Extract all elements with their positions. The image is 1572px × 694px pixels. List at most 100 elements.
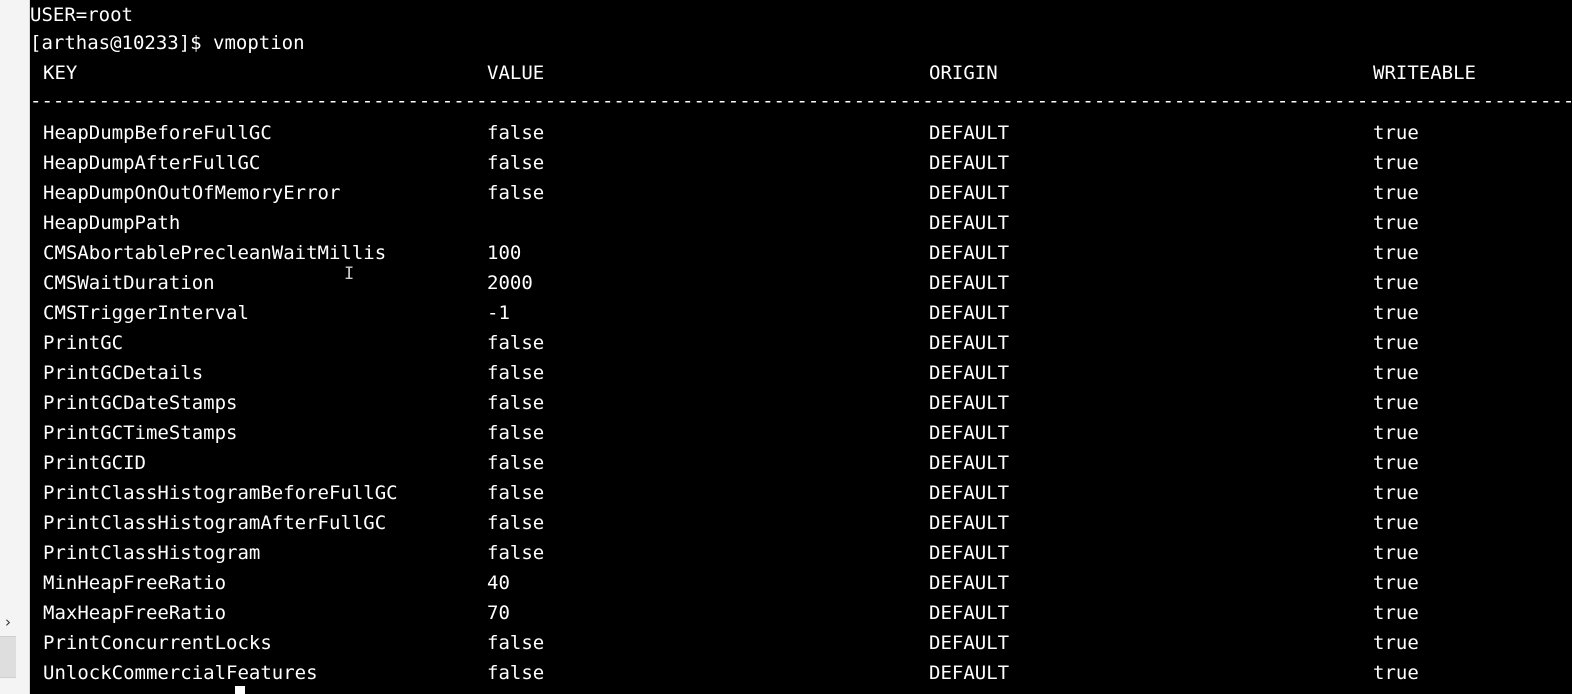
option-key: PrintGCID [43,452,146,474]
option-value: 40 [487,572,510,594]
option-key: PrintGC [43,332,124,354]
option-value: 70 [487,602,510,624]
option-origin: DEFAULT [929,572,1010,594]
option-writeable: true [1373,212,1419,234]
option-key: HeapDumpOnOutOfMemoryError [43,182,341,204]
option-key: MaxHeapFreeRatio [43,602,227,624]
option-value: false [487,662,545,684]
table-row: MaxHeapFreeRatio 70 DEFAULT true [30,598,1572,628]
value-column-header: VALUE [487,62,545,84]
table-row: MinHeapFreeRatio 40 DEFAULT true [30,568,1572,598]
option-key: CMSAbortablePrecleanWaitMillis [43,242,387,264]
vmoption-table-header: KEY VALUE ORIGIN WRITEABLE [30,58,1572,88]
option-writeable: true [1373,272,1419,294]
table-separator: ----------------------------------------… [30,90,1572,112]
origin-column-header: ORIGIN [929,62,998,84]
table-row: CMSTriggerInterval -1 DEFAULT true [30,298,1572,328]
option-value: false [487,632,545,654]
option-value: false [487,452,545,474]
option-key: HeapDumpAfterFullGC [43,152,261,174]
option-writeable: true [1373,632,1419,654]
option-key: PrintGCDateStamps [43,392,238,414]
key-column-header: KEY [43,62,78,84]
command-prompt-line: [arthas@10233]$ vmoption [30,32,305,54]
option-key: PrintGCTimeStamps [43,422,238,444]
option-value: false [487,332,545,354]
table-row: CMSAbortablePrecleanWaitMillis 100 DEFAU… [30,238,1572,268]
option-value: false [487,362,545,384]
option-key: PrintClassHistogramBeforeFullGC [43,482,398,504]
option-origin: DEFAULT [929,182,1010,204]
option-value: false [487,482,545,504]
option-origin: DEFAULT [929,152,1010,174]
option-origin: DEFAULT [929,602,1010,624]
option-writeable: true [1373,482,1419,504]
table-row: PrintConcurrentLocks false DEFAULT true [30,628,1572,658]
option-origin: DEFAULT [929,242,1010,264]
table-row: CMSWaitDuration 2000 DEFAULT true [30,268,1572,298]
option-value: false [487,392,545,414]
option-origin: DEFAULT [929,392,1010,414]
table-row: PrintClassHistogram false DEFAULT true [30,538,1572,568]
side-panel-tab[interactable] [0,636,16,678]
option-writeable: true [1373,602,1419,624]
option-origin: DEFAULT [929,632,1010,654]
chevron-right-icon[interactable]: › [2,612,14,632]
option-writeable: true [1373,572,1419,594]
option-writeable: true [1373,122,1419,144]
option-writeable: true [1373,422,1419,444]
option-value: 100 [487,242,522,264]
table-row: UnlockCommercialFeatures false DEFAULT t… [30,658,1572,688]
table-row: HeapDumpOnOutOfMemoryError false DEFAULT… [30,178,1572,208]
option-key: CMSWaitDuration [43,272,215,294]
table-row: HeapDumpAfterFullGC false DEFAULT true [30,148,1572,178]
option-value: 2000 [487,272,533,294]
option-writeable: true [1373,302,1419,324]
table-row: PrintGCTimeStamps false DEFAULT true [30,418,1572,448]
option-key: MinHeapFreeRatio [43,572,227,594]
option-writeable: true [1373,452,1419,474]
option-writeable: true [1373,662,1419,684]
option-value: false [487,422,545,444]
terminal-window[interactable]: USER=root [arthas@10233]$ vmoption KEY V… [30,0,1572,694]
option-origin: DEFAULT [929,452,1010,474]
option-writeable: true [1373,242,1419,264]
table-row: PrintGC false DEFAULT true [30,328,1572,358]
option-writeable: true [1373,392,1419,414]
table-row: HeapDumpBeforeFullGC false DEFAULT true [30,118,1572,148]
left-side-panel: › [0,0,30,694]
table-row: HeapDumpPath DEFAULT true [30,208,1572,238]
option-origin: DEFAULT [929,512,1010,534]
option-value: false [487,512,545,534]
option-origin: DEFAULT [929,482,1010,504]
option-value: false [487,122,545,144]
option-key: HeapDumpPath [43,212,181,234]
option-key: UnlockCommercialFeatures [43,662,318,684]
option-origin: DEFAULT [929,332,1010,354]
writeable-column-header: WRITEABLE [1373,62,1476,84]
option-value: false [487,542,545,564]
option-origin: DEFAULT [929,422,1010,444]
option-origin: DEFAULT [929,212,1010,234]
option-value: -1 [487,302,510,324]
option-value: false [487,182,545,204]
option-origin: DEFAULT [929,302,1010,324]
table-row: PrintGCDateStamps false DEFAULT true [30,388,1572,418]
table-row: PrintGCDetails false DEFAULT true [30,358,1572,388]
table-row: PrintGCID false DEFAULT true [30,448,1572,478]
option-value: false [487,152,545,174]
option-key: HeapDumpBeforeFullGC [43,122,272,144]
option-origin: DEFAULT [929,542,1010,564]
option-writeable: true [1373,182,1419,204]
option-origin: DEFAULT [929,362,1010,384]
option-origin: DEFAULT [929,662,1010,684]
table-row: PrintClassHistogramBeforeFullGC false DE… [30,478,1572,508]
option-key: PrintConcurrentLocks [43,632,272,654]
i-beam-cursor-icon: I [344,264,355,284]
option-writeable: true [1373,332,1419,354]
option-key: PrintClassHistogramAfterFullGC [43,512,387,534]
option-origin: DEFAULT [929,122,1010,144]
option-writeable: true [1373,152,1419,174]
env-user-line: USER=root [30,4,133,26]
option-writeable: true [1373,542,1419,564]
